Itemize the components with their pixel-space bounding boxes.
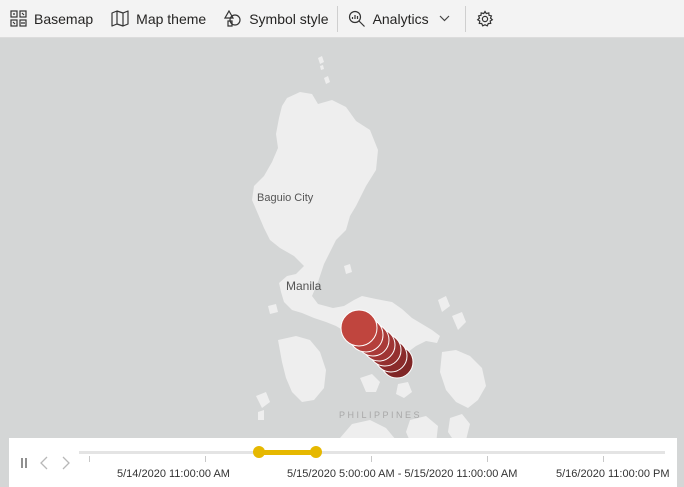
previous-button[interactable]: [40, 456, 48, 473]
place-label-baguio: Baguio City: [257, 192, 314, 204]
timeline-selection[interactable]: [259, 450, 316, 455]
basemap-button[interactable]: Basemap: [0, 0, 101, 38]
map-theme-label: Map theme: [136, 10, 207, 27]
timeline-tick: [89, 456, 90, 462]
chevron-left-icon: [40, 456, 48, 470]
place-label-manila: Manila: [286, 279, 322, 293]
chevron-right-icon: [62, 456, 70, 470]
timeline-end-handle[interactable]: [310, 446, 322, 458]
next-button[interactable]: [62, 456, 70, 473]
symbol-style-button[interactable]: Symbol style: [214, 0, 336, 38]
analytics-dropdown[interactable]: Analytics: [338, 0, 465, 38]
timeline-tick: [487, 456, 488, 462]
timeline-tick: [371, 456, 372, 462]
pause-icon: [21, 458, 27, 468]
landmass: [252, 56, 486, 450]
timeline-end-label: 5/16/2020 11:00:00 PM: [556, 468, 670, 480]
timeline-start-label: 5/14/2020 11:00:00 AM: [117, 468, 230, 480]
timeline-slider: 5/14/2020 11:00:00 AM 5/15/2020 5:00:00 …: [9, 438, 677, 487]
timeline-tick: [205, 456, 206, 462]
event-symbol[interactable]: [340, 309, 378, 347]
chevron-down-icon: [439, 15, 450, 22]
country-label: PHILIPPINES: [339, 410, 423, 420]
settings-button[interactable]: [466, 0, 509, 38]
timeline-start-handle[interactable]: [253, 446, 265, 458]
analytics-icon: [348, 10, 365, 27]
timeline-range-label: 5/15/2020 5:00:00 AM - 5/15/2020 11:00:0…: [287, 468, 518, 480]
symbol-style-label: Symbol style: [249, 10, 329, 27]
pause-button[interactable]: [19, 456, 29, 472]
map-theme-button[interactable]: Map theme: [101, 0, 214, 38]
basemap-label: Basemap: [34, 10, 94, 27]
basemap-icon: [10, 10, 27, 27]
map-canvas[interactable]: Baguio City Manila PHILIPPINES: [0, 38, 684, 487]
gear-icon: [476, 9, 493, 27]
timeline-track[interactable]: [79, 451, 665, 454]
toolbar: Basemap Map theme Symbol style Analytics: [0, 0, 684, 38]
analytics-label: Analytics: [372, 10, 429, 27]
symbol-style-icon: [224, 9, 241, 27]
map-icon: [111, 10, 129, 27]
timeline-tick: [603, 456, 604, 462]
